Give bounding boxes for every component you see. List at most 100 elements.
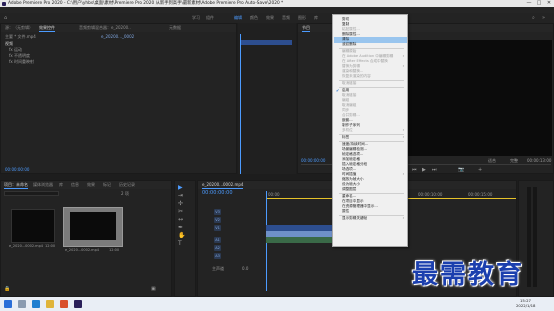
context-menu-item-label: 显示剪辑关键帧 (342, 216, 368, 220)
export-frame-icon[interactable]: 📷 (458, 168, 464, 173)
selection-tool-icon[interactable]: ▶ (178, 185, 183, 191)
close-button[interactable]: ✕ (544, 0, 554, 7)
audio-clip[interactable] (266, 237, 332, 243)
video-section-label: 视频 (5, 41, 13, 46)
master-track-value[interactable]: 0.0 (242, 266, 248, 271)
clock-date[interactable]: 2022/1/18 (516, 303, 535, 308)
project-item-count: 2 项 (121, 191, 129, 196)
tab-project[interactable]: 项目：未命名 (4, 182, 28, 189)
track-a2-label[interactable]: A2 (214, 245, 221, 251)
tab-metadata[interactable]: 元数据 (169, 25, 181, 31)
file-explorer-icon[interactable] (46, 300, 54, 308)
context-menu-item-label: 清除 (342, 37, 350, 41)
project-item-1-duration: 12:00 (45, 244, 56, 248)
master-track-label: 主声道 (212, 266, 224, 271)
project-thumbnail-1[interactable] (11, 209, 55, 243)
pen-tool-icon[interactable]: ✒ (178, 225, 183, 231)
effect-motion[interactable]: fx 运动 (9, 47, 22, 52)
tab-program[interactable]: 节目 (302, 25, 310, 32)
effect-playhead[interactable] (240, 34, 241, 174)
edge-icon[interactable] (32, 300, 40, 308)
maximize-button[interactable]: □ (534, 0, 544, 7)
context-menu-item-label: 场选项... (342, 167, 357, 171)
step-forward-icon[interactable]: ⏭ (432, 168, 437, 173)
context-menu-item-label: 在资源管理器中显示... (342, 204, 378, 208)
effect-time-remap[interactable]: fx 时间重映射 (9, 59, 34, 64)
context-menu-item-label: 缩放为帧大小 (342, 177, 364, 181)
home-icon[interactable]: ⌂ (4, 15, 7, 21)
type-tool-icon[interactable]: T (178, 241, 182, 247)
search-taskbar-icon[interactable] (18, 300, 26, 308)
tab-effects[interactable]: 效果 (87, 182, 95, 188)
program-quality-select[interactable]: 完整 (510, 158, 518, 163)
context-menu-item-label: 编辑原始 (342, 49, 357, 53)
context-menu-item-label: 恢复未渲染的内容 (342, 74, 371, 78)
tab-audio-mixer[interactable]: 音频剪辑混合器：e_20200.. (79, 25, 131, 31)
project-thumbnail-2-selected[interactable] (63, 207, 123, 247)
track-v2-label[interactable]: V2 (214, 217, 221, 223)
ruler-tick-2: 00:00:10:00 (418, 192, 443, 197)
premiere-window: Adobe Premiere Pro 2020 - C:\用户\yhbs\桌面\… (0, 0, 554, 311)
step-back-icon[interactable]: ⏮ (412, 168, 417, 173)
source-tabbar: 源：（无剪辑） 效果控件 音频剪辑混合器：e_20200.. 元数据 (1, 24, 236, 32)
project-search-input[interactable] (4, 191, 59, 196)
selected-clip-band[interactable] (266, 231, 332, 237)
expand-icon[interactable]: » (542, 15, 545, 21)
workspace-learn[interactable]: 学习 (192, 15, 200, 21)
program-fit-select[interactable]: 适合 (488, 158, 496, 163)
track-a1-label[interactable]: A1 (214, 237, 221, 243)
tab-libraries[interactable]: 库 (59, 182, 63, 188)
start-icon[interactable] (4, 300, 12, 308)
workspace-color[interactable]: 颜色 (250, 15, 258, 21)
hand-tool-icon[interactable]: ✋ (178, 233, 185, 239)
tab-source[interactable]: 源：（无剪辑） (5, 25, 33, 31)
context-menu-item-label: 在项目中显示 (342, 199, 364, 203)
tab-history[interactable]: 历史记录 (119, 182, 135, 188)
tab-media-browser[interactable]: 媒体浏览器 (33, 182, 53, 188)
play-icon[interactable]: ▶ (422, 168, 426, 173)
workspace-assembly[interactable]: 组件 (206, 15, 214, 21)
submenu-arrow-icon: › (402, 216, 404, 220)
context-menu-item[interactable]: 显示剪辑关键帧 › (334, 216, 407, 222)
workspace-effects[interactable]: 效果 (266, 15, 274, 21)
slip-tool-icon[interactable]: ↔ (178, 217, 183, 223)
window-title: Adobe Premiere Pro 2020 - C:\用户\yhbs\桌面\… (8, 1, 284, 6)
track-v1-label[interactable]: V1 (214, 225, 221, 231)
program-video-frame[interactable] (406, 40, 552, 156)
project-tabbar: 项目：未命名 媒体浏览器 库 信息 效果 标记 历史记录 (1, 181, 171, 189)
context-menu-item-label: 替换为剪辑 (342, 64, 360, 68)
context-menu-item-label: 合并剪辑... (342, 113, 360, 117)
lock-icon[interactable]: 🔒 (4, 287, 10, 292)
tab-sequence[interactable]: e_20200...0002.mp4 (202, 182, 244, 189)
context-menu-item-label: 插入帧定格分段 (342, 162, 368, 166)
razor-tool-icon[interactable]: ✂ (178, 209, 183, 215)
workspace-libraries[interactable]: 库 (314, 15, 318, 21)
workspace-graphics[interactable]: 图形 (298, 15, 306, 21)
premiere-taskbar-icon[interactable] (74, 300, 82, 308)
timeline-timecode[interactable]: 00:00:00:00 (202, 191, 233, 196)
context-menu-item-label: 取消编组 (342, 103, 357, 107)
context-menu-item-label: 粘贴属性... (342, 27, 360, 31)
search-icon[interactable]: ⌕ (532, 15, 535, 21)
workspace-audio[interactable]: 音频 (282, 15, 290, 21)
tab-effect-controls[interactable]: 效果控件 (39, 25, 55, 32)
workspace-editing[interactable]: 编辑 (234, 15, 242, 21)
context-menu-item-label: 删除属性... (342, 32, 360, 36)
effect-opacity[interactable]: fx 不透明度 (9, 53, 30, 58)
context-menu-item-label: 编组 (342, 98, 350, 102)
app-icon-1[interactable] (60, 300, 68, 308)
context-menu-item-label: 帧定格选项... (342, 152, 364, 156)
add-button-icon[interactable]: + (478, 168, 482, 173)
minimize-button[interactable]: — (524, 0, 534, 7)
ripple-edit-tool-icon[interactable]: ✢ (178, 201, 183, 207)
new-item-icon[interactable]: ▣ (151, 287, 156, 292)
tab-info[interactable]: 信息 (71, 182, 79, 188)
tab-markers[interactable]: 标记 (103, 182, 111, 188)
track-select-tool-icon[interactable]: ⇥ (178, 193, 183, 199)
track-a3-label[interactable]: A3 (214, 253, 221, 259)
context-menu-item-label: 波纹删除 (342, 42, 357, 46)
project-item-1-name: e_2020...0002.mp4 (9, 244, 44, 248)
track-v3-label[interactable]: V3 (214, 209, 221, 215)
effect-clip-bar (240, 40, 292, 45)
effect-clip-label: e_20200..._0002 (101, 34, 135, 39)
